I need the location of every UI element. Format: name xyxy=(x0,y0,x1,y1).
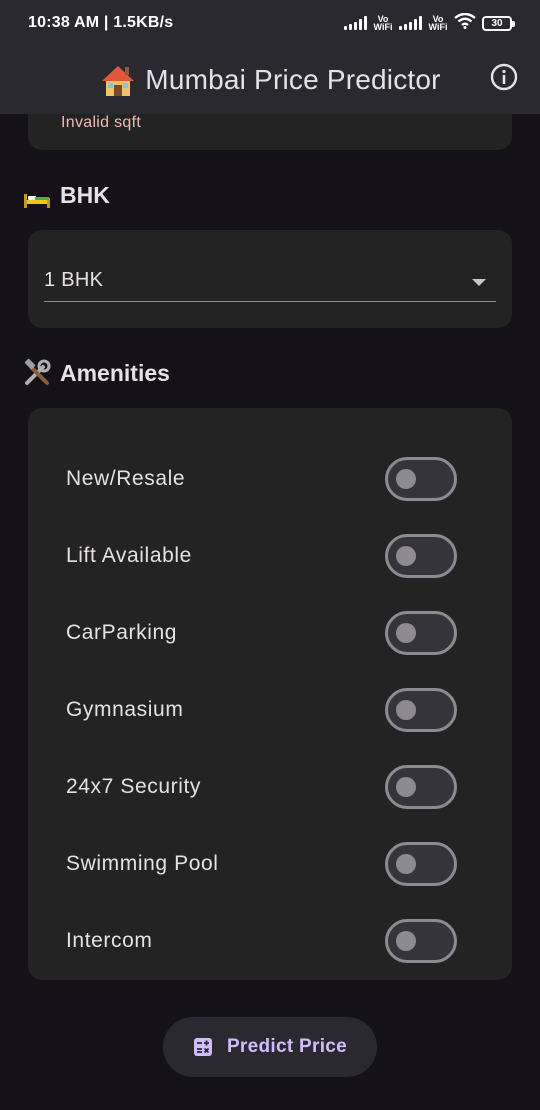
car-parking-toggle[interactable] xyxy=(385,610,457,655)
sqft-error-text: Invalid sqft xyxy=(61,114,142,131)
lift-available-toggle[interactable] xyxy=(385,533,457,578)
signal-icon xyxy=(399,16,422,30)
app-screen: 10:38 AM | 1.5KB/s Vo WiFi Vo WiFi 30 Mu… xyxy=(0,0,540,1110)
security-toggle[interactable] xyxy=(385,764,457,809)
amenities-list: New/Resale Lift Available CarParking Gym… xyxy=(28,440,512,979)
battery-icon: 30 xyxy=(482,15,515,31)
wifi-icon xyxy=(454,12,476,34)
amenity-row-car-parking: CarParking xyxy=(28,594,512,671)
app-bar: Mumbai Price Predictor xyxy=(0,46,540,114)
swimming-pool-toggle[interactable] xyxy=(385,841,457,886)
bhk-dropdown[interactable]: 1 BHK xyxy=(44,260,496,302)
predict-price-button[interactable]: Predict Price xyxy=(163,1017,377,1077)
amenity-row-intercom: Intercom xyxy=(28,902,512,979)
amenity-label: New/Resale xyxy=(66,466,186,490)
bhk-card: 1 BHK xyxy=(28,230,512,328)
amenity-row-swimming-pool: Swimming Pool xyxy=(28,825,512,902)
top-bar: 10:38 AM | 1.5KB/s Vo WiFi Vo WiFi 30 Mu… xyxy=(0,0,540,114)
app-title: Mumbai Price Predictor xyxy=(145,64,441,95)
toggle-thumb xyxy=(396,776,416,797)
tools-icon xyxy=(22,358,52,388)
amenity-label: CarParking xyxy=(66,620,178,644)
info-button[interactable] xyxy=(488,63,520,95)
toggle-thumb xyxy=(396,545,416,566)
app-title-group: Mumbai Price Predictor xyxy=(99,61,440,99)
amenity-label: Gymnasium xyxy=(66,697,184,721)
amenities-card: New/Resale Lift Available CarParking Gym… xyxy=(28,408,512,980)
bed-icon xyxy=(22,180,52,210)
amenities-heading-label: Amenities xyxy=(60,359,170,386)
amenity-label: Intercom xyxy=(66,928,153,952)
status-icons: Vo WiFi Vo WiFi 30 xyxy=(344,12,515,34)
predict-price-label: Predict Price xyxy=(226,1036,348,1057)
amenity-row-gymnasium: Gymnasium xyxy=(28,671,512,748)
bhk-heading-label: BHK xyxy=(60,181,110,208)
calculator-icon xyxy=(193,1037,213,1057)
bhk-selected-value: 1 BHK xyxy=(44,269,104,291)
toggle-thumb xyxy=(396,622,416,643)
status-time: 10:38 AM | 1.5KB/s xyxy=(28,14,174,31)
new-resale-toggle[interactable] xyxy=(385,456,457,501)
intercom-toggle[interactable] xyxy=(385,918,457,963)
vowifi-label: Vo WiFi xyxy=(373,14,393,32)
info-icon xyxy=(490,63,518,96)
bhk-heading: BHK xyxy=(22,180,110,210)
status-bar: 10:38 AM | 1.5KB/s Vo WiFi Vo WiFi 30 xyxy=(0,0,540,46)
amenity-row-new-resale: New/Resale xyxy=(28,440,512,517)
house-icon xyxy=(99,61,137,99)
amenity-label: Lift Available xyxy=(66,543,192,567)
amenities-heading: Amenities xyxy=(22,358,170,388)
toggle-thumb xyxy=(396,699,416,720)
toggle-thumb xyxy=(396,468,416,489)
amenity-row-security: 24x7 Security xyxy=(28,748,512,825)
amenity-row-lift-available: Lift Available xyxy=(28,517,512,594)
dropdown-arrow-icon xyxy=(472,279,486,286)
vowifi-label: Vo WiFi xyxy=(428,14,448,32)
amenity-label: 24x7 Security xyxy=(66,774,202,798)
toggle-thumb xyxy=(396,930,416,951)
toggle-thumb xyxy=(396,853,416,874)
gymnasium-toggle[interactable] xyxy=(385,687,457,732)
signal-icon xyxy=(344,16,367,30)
amenity-label: Swimming Pool xyxy=(66,851,219,875)
